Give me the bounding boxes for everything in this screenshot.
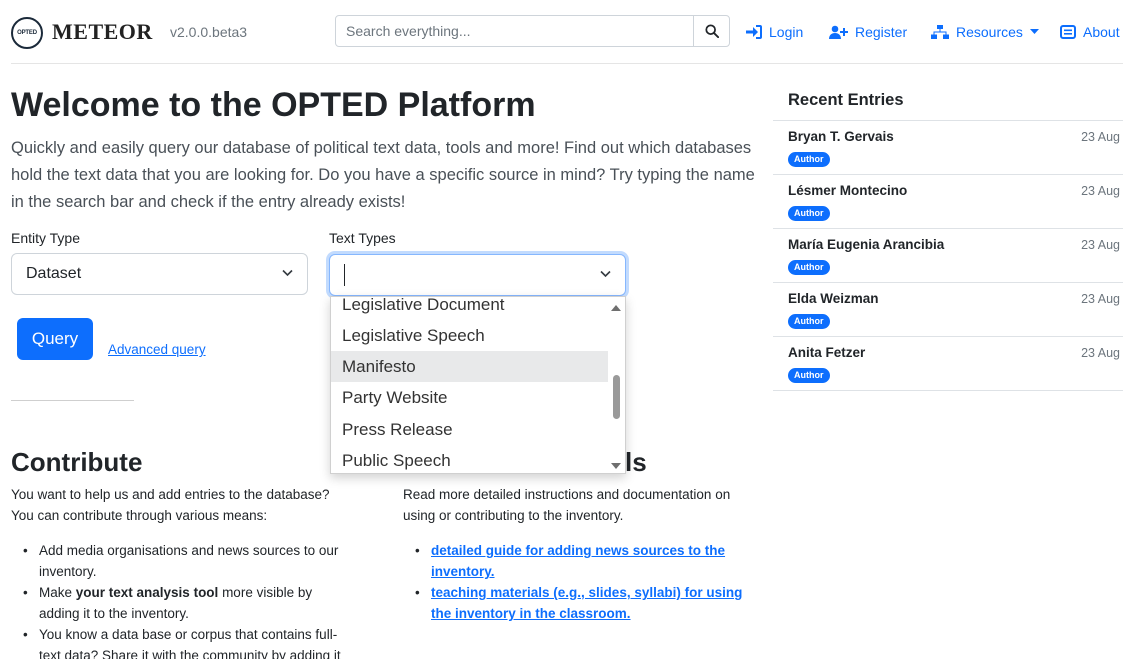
version-label: v2.0.0.beta3	[170, 24, 248, 40]
nav-resources-label: Resources	[956, 24, 1023, 40]
opted-logo[interactable]: OPTED	[11, 17, 43, 49]
text-types-dropdown[interactable]: Legislative Document Legislative Speech …	[330, 296, 626, 474]
entity-type-label: Entity Type	[11, 230, 81, 246]
entry-name[interactable]: Lésmer Montecino	[788, 183, 907, 198]
tutorials-intro: Read more detailed instructions and docu…	[403, 487, 731, 523]
entry-name[interactable]: Anita Fetzer	[788, 345, 865, 360]
brand-name[interactable]: METEOR	[52, 19, 153, 45]
nav-about[interactable]: About	[1060, 24, 1120, 40]
list-item: You know a data base or corpus that cont…	[11, 624, 356, 659]
list-item: Make your text analysis tool more visibl…	[11, 582, 356, 624]
contribute-intro: You want to help us and add entries to t…	[11, 487, 330, 523]
list-item: teaching materials (e.g., slides, syllab…	[403, 582, 753, 624]
entry-date: 23 Aug	[1081, 292, 1120, 306]
hero-description: Quickly and easily query our database of…	[11, 139, 755, 211]
recent-entry[interactable]: Bryan T. Gervais 23 Aug Author	[773, 121, 1123, 175]
dropdown-option[interactable]: Press Release	[331, 414, 609, 445]
nav-about-label: About	[1083, 24, 1120, 40]
contribute-list: Add media organisations and news sources…	[11, 540, 356, 659]
text-cursor	[344, 264, 345, 286]
chevron-down-icon	[600, 270, 611, 278]
entry-name[interactable]: Bryan T. Gervais	[788, 129, 894, 144]
search-icon	[704, 24, 719, 38]
caret-down-icon	[1029, 29, 1039, 34]
nav-login-label: Login	[769, 24, 804, 40]
recent-entry[interactable]: María Eugenia Arancibia 23 Aug Author	[773, 229, 1123, 283]
dropdown-option-highlighted[interactable]: Manifesto	[331, 351, 609, 382]
author-badge: Author	[788, 206, 830, 221]
list-item-bold: your text analysis tool	[75, 585, 219, 600]
section-divider	[11, 400, 134, 401]
search-button[interactable]	[693, 16, 729, 46]
nav-login[interactable]: Login	[745, 24, 803, 40]
advanced-query-link[interactable]: Advanced query	[108, 342, 206, 357]
sitemap-icon	[931, 25, 949, 39]
login-icon	[746, 25, 762, 39]
nav-register-label: Register	[855, 24, 908, 40]
navbar: OPTED METEOR v2.0.0.beta3 Login Register…	[0, 0, 1123, 64]
list-item: detailed guide for adding news sources t…	[403, 540, 753, 582]
tutorials-heading: ls	[625, 447, 647, 477]
dropdown-option[interactable]: Legislative Document	[331, 297, 609, 320]
user-plus-icon	[829, 25, 848, 39]
entity-type-select[interactable]: Dataset	[11, 253, 308, 295]
recent-entry[interactable]: Anita Fetzer 23 Aug Author	[773, 337, 1123, 391]
author-badge: Author	[788, 314, 830, 329]
list-item-text: Make	[39, 585, 76, 600]
logo-text: OPTED	[17, 30, 37, 36]
news-sources-guide-link[interactable]: detailed guide for adding news sources t…	[431, 543, 725, 579]
page-title: Welcome to the OPTED Platform	[11, 86, 536, 124]
dropdown-option[interactable]: Public Speech	[331, 445, 609, 473]
author-badge: Author	[788, 260, 830, 275]
author-badge: Author	[788, 152, 830, 167]
dropdown-scrollbar[interactable]	[608, 297, 625, 473]
chevron-down-icon	[282, 269, 293, 277]
entry-date: 23 Aug	[1081, 238, 1120, 252]
dropdown-option[interactable]: Party Website	[331, 382, 609, 413]
list-item: Add media organisations and news sources…	[11, 540, 356, 582]
search-input[interactable]	[336, 16, 693, 46]
entry-date: 23 Aug	[1081, 346, 1120, 360]
entry-name[interactable]: Elda Weizman	[788, 291, 879, 306]
teaching-materials-link[interactable]: teaching materials (e.g., slides, syllab…	[431, 585, 742, 621]
scroll-down-arrow-icon[interactable]	[611, 463, 621, 469]
entry-name[interactable]: María Eugenia Arancibia	[788, 237, 944, 252]
text-types-select[interactable]	[329, 254, 626, 296]
entry-date: 23 Aug	[1081, 184, 1120, 198]
scroll-up-arrow-icon[interactable]	[611, 305, 621, 311]
recent-entry[interactable]: Elda Weizman 23 Aug Author	[773, 283, 1123, 337]
recent-entry[interactable]: Lésmer Montecino 23 Aug Author	[773, 175, 1123, 229]
recent-entries-list: Bryan T. Gervais 23 Aug Author Lésmer Mo…	[773, 120, 1123, 391]
entity-type-value: Dataset	[26, 265, 82, 282]
tutorials-list: detailed guide for adding news sources t…	[403, 540, 753, 624]
nav-register[interactable]: Register	[829, 24, 907, 40]
author-badge: Author	[788, 368, 830, 383]
query-button[interactable]: Query	[17, 318, 93, 360]
list-item-text: Add media organisations and news sources…	[39, 543, 339, 579]
text-types-label: Text Types	[329, 230, 396, 246]
contribute-heading: Contribute	[11, 447, 143, 477]
search-bar	[335, 15, 730, 47]
navbar-divider	[11, 63, 1123, 64]
scrollbar-thumb[interactable]	[613, 375, 620, 419]
dropdown-option[interactable]: Legislative Speech	[331, 320, 609, 351]
entry-date: 23 Aug	[1081, 130, 1120, 144]
info-card-icon	[1060, 25, 1076, 39]
recent-entries-heading: Recent Entries	[788, 91, 904, 109]
nav-resources-dropdown[interactable]: Resources	[931, 24, 1039, 40]
list-item-text: You know a data base or corpus that cont…	[39, 627, 341, 659]
